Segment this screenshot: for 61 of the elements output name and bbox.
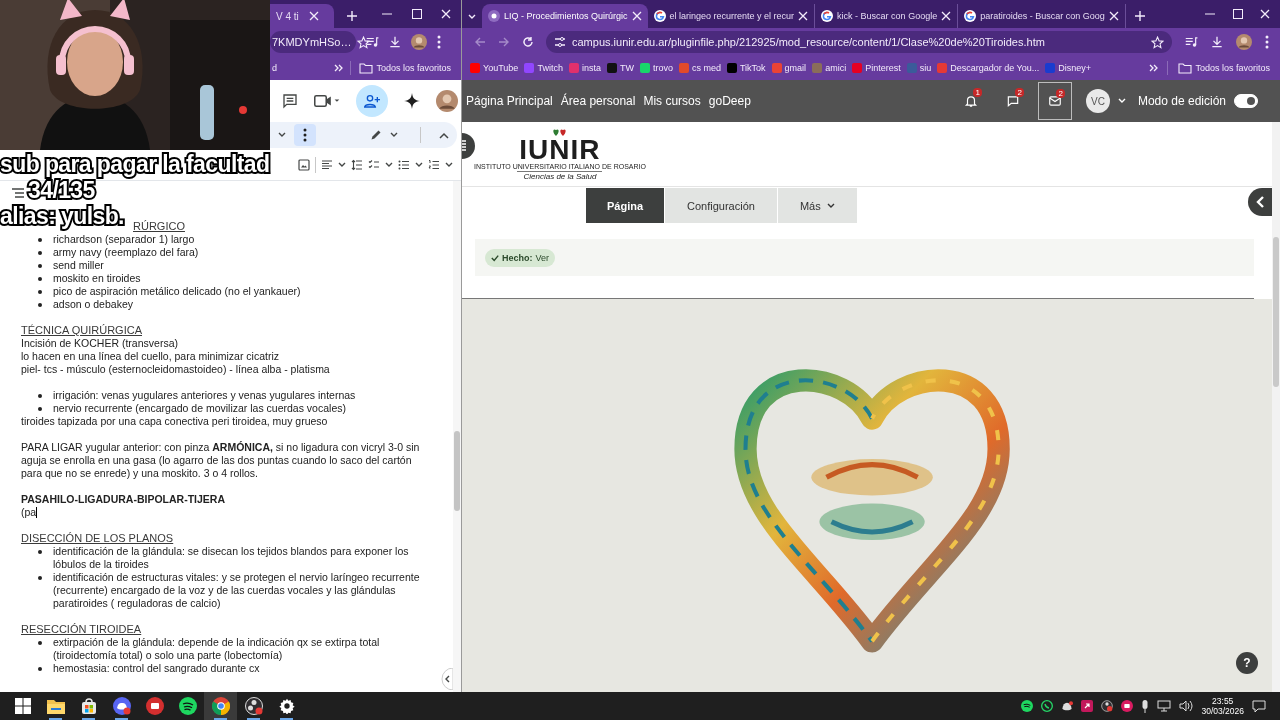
list-item-text: identificación de estructuras vitales: y se protegen el nervio laríngeo recurrente (recurrente) encargado de la voz y de las cuerdas vocales y las glándulas paratiroides ( reguladoras de calcio) bbox=[53, 571, 421, 610]
browser-tab[interactable]: V 4 ti bbox=[270, 4, 334, 28]
nav-link[interactable]: Página Principal bbox=[466, 94, 553, 108]
list-item-text: pico de aspiración metálico delicado (no el yankauer) bbox=[53, 285, 301, 298]
address-bar[interactable]: campus.iunir.edu.ar/pluginfile.php/212925/mod_resource/content/1/Clase%20de%20Tiroides.htm bbox=[546, 31, 1172, 53]
notification-button[interactable]: 2 bbox=[1037, 82, 1072, 120]
bookmark-link[interactable]: d bbox=[272, 63, 277, 73]
list-item-text: extirpación de la glándula: depende de la indicación qx se extirpa total (tiroidectomía total) o solo una parte (lobectomía) bbox=[53, 636, 381, 662]
logo-name: IUNIR bbox=[519, 137, 601, 163]
stream-overlay-text: alias: yulsb. bbox=[0, 203, 124, 229]
url-text: 7KMDYmHSo… bbox=[272, 36, 352, 48]
bookmark-link[interactable]: Twitch bbox=[522, 63, 565, 73]
logo-tagline: Ciencias de la Salud bbox=[517, 171, 603, 181]
paragraph: Incisión de KOCHER (transversa) bbox=[21, 337, 179, 350]
bookmark-link[interactable]: TW bbox=[604, 63, 636, 73]
bold-line: PASAHILO-LIGADURA-BIPOLAR-TIJERA bbox=[21, 493, 226, 506]
list-item-text: nervio recurrente (encargado de movilizar las cuerdas vocales) bbox=[53, 402, 346, 415]
bookmark-link[interactable]: YouTube bbox=[468, 63, 521, 73]
bookmark-link[interactable]: gmail bbox=[769, 63, 809, 73]
clock-time[interactable]: 23:55 bbox=[1201, 696, 1244, 706]
bookmark-link[interactable]: siu bbox=[904, 63, 934, 73]
bookmark-link[interactable]: insta bbox=[566, 63, 603, 73]
all-bookmarks-button[interactable]: Todos los favoritos bbox=[357, 62, 453, 74]
bookmark-link[interactable]: Disney+ bbox=[1043, 63, 1094, 73]
section-heading: TÉCNICA QUIRÚRGICA bbox=[21, 324, 143, 337]
nav-link[interactable]: Mis cursos bbox=[643, 94, 701, 108]
nav-link[interactable]: Área personal bbox=[560, 94, 636, 108]
all-bookmarks-button[interactable]: Todos los favoritos bbox=[1176, 62, 1272, 74]
list-item-text: richardson (separador 1) largo bbox=[53, 233, 195, 246]
notification-button[interactable]: 1 bbox=[953, 82, 988, 120]
nav-link[interactable]: goDeep bbox=[708, 94, 751, 108]
paragraph: tiroides tapizada por una capa conectiva peri tiroidea, muy grueso bbox=[21, 415, 329, 428]
paragraph: piel- tcs - músculo (esternocleidomastoideo) - línea alba - platisma bbox=[21, 363, 331, 376]
section-heading: DISECCIÓN DE LOS PLANOS bbox=[21, 532, 175, 545]
list-item-text: army navy (reemplazo del fara) bbox=[53, 246, 199, 259]
bookmark-link[interactable]: Pinterest bbox=[850, 63, 903, 73]
bookmark-link[interactable]: amici bbox=[810, 63, 849, 73]
completion-badge: Hecho: Ver bbox=[485, 248, 556, 267]
page-tab[interactable]: Configuración bbox=[664, 188, 777, 223]
paragraph: (pa bbox=[21, 506, 37, 518]
notification-button[interactable]: 2 bbox=[995, 82, 1030, 120]
paragraph: PARA LIGAR yugular anterior: con pinza ARMÓNICA, si no ligadura con vicryl 3-0 sin aguja se enrolla en una gasa (lo agarro de las dos puntas cuando lo saco del cartón para que no se enrede) y una moskito. 3 o 4 rollos. bbox=[21, 441, 421, 480]
list-item-text: hemostasia: control del sangrado durante cx bbox=[53, 662, 260, 675]
bookmark-link[interactable]: Descargador de You... bbox=[935, 63, 1042, 73]
bookmark-link[interactable]: trovo bbox=[637, 63, 675, 73]
bookmark-link[interactable]: TikTok bbox=[724, 63, 768, 73]
list-item-text: send miller bbox=[53, 259, 104, 272]
paragraph: lo hacen en una línea del cuello, para minimizar cicatriz bbox=[21, 350, 280, 363]
url-text: campus.iunir.edu.ar/pluginfile.php/212925/mod_resource/content/1/Clase%20de%20Tiroides.htm bbox=[572, 36, 1046, 48]
section-heading: RESECCIÓN TIROIDEA bbox=[21, 623, 143, 636]
section-heading: RÚRGICO bbox=[133, 220, 185, 232]
list-item-text: adson o debakey bbox=[53, 298, 133, 311]
user-avatar[interactable]: VC bbox=[1085, 89, 1110, 113]
edit-mode-label: Modo de edición bbox=[1137, 94, 1226, 108]
page-tab[interactable]: Página bbox=[586, 188, 664, 223]
list-item-text: moskito en tiroides bbox=[53, 272, 141, 285]
bookmark-link[interactable]: cs med bbox=[676, 63, 723, 73]
browser-tab[interactable]: LIQ - Procedimientos Quirúrgic bbox=[482, 4, 648, 28]
list-item-text: irrigación: venas yugulares anteriores y venas yugulares internas bbox=[53, 389, 356, 402]
page-tab[interactable]: Más bbox=[776, 188, 857, 223]
clock-date[interactable]: 30/03/2026 bbox=[1201, 706, 1244, 716]
